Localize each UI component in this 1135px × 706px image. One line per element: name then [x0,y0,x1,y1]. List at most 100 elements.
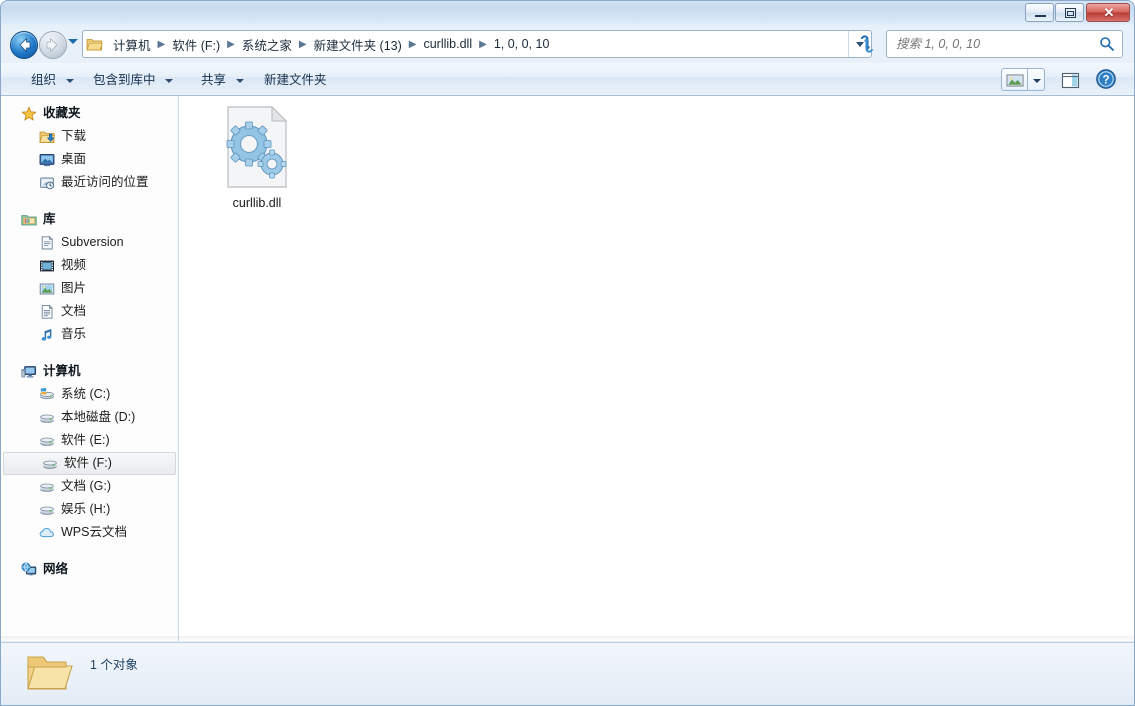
drive-icon [39,502,55,518]
sidebar-label: 网络 [43,562,69,576]
sidebar-item-drive-e[interactable]: 软件 (E:) [1,429,178,452]
breadcrumb-item-1[interactable]: 软件 (F:) [168,32,224,57]
sidebar-label: 视频 [61,258,87,272]
share-menu-button[interactable]: 共享 [193,68,252,93]
cloud-icon [39,525,55,541]
file-list-view[interactable]: curllib.dll [179,96,1134,641]
open-folder-icon [25,651,73,695]
sidebar-label: 计算机 [43,364,81,378]
breadcrumb-separator: ▶ [157,38,166,50]
include-in-library-label: 包含到库中 [93,73,156,87]
forward-button[interactable] [39,31,67,59]
sidebar-item-subversion[interactable]: Subversion [1,231,178,254]
sidebar-label: 桌面 [61,152,87,166]
back-button[interactable] [10,31,38,59]
restore-button[interactable] [1055,3,1084,22]
drive-icon [39,433,55,449]
include-in-library-menu-button[interactable]: 包含到库中 [85,68,181,93]
breadcrumb-separator: ▶ [298,38,307,50]
sidebar-item-videos[interactable]: 视频 [1,254,178,277]
sidebar-item-drive-h[interactable]: 娱乐 (H:) [1,498,178,521]
sidebar-item-documents[interactable]: 文档 [1,300,178,323]
sidebar-label: 娱乐 (H:) [61,502,111,516]
sidebar-label: Subversion [61,235,124,249]
nav-section-favorites: 收藏夹 下载 桌面 最近访问的位置 [1,102,178,194]
sidebar-item-drive-d[interactable]: 本地磁盘 (D:) [1,406,178,429]
drive-icon [42,456,58,472]
new-folder-button[interactable]: 新建文件夹 [256,68,335,93]
sidebar-label: 图片 [61,281,87,295]
sidebar-label: 系统 (C:) [61,387,111,401]
sidebar-item-drive-c[interactable]: 系统 (C:) [1,383,178,406]
explorer-window: ✕ 计算机 ▶ 软件 (F:) ▶ 系统之家 ▶ 新建文件夹 (13) ▶ cu… [0,0,1135,706]
sidebar-label: 软件 (F:) [64,456,112,470]
sidebar-item-recent-places[interactable]: 最近访问的位置 [1,171,178,194]
sidebar-item-drive-g[interactable]: 文档 (G:) [1,475,178,498]
chevron-down-icon [235,78,244,83]
subversion-icon [39,235,55,251]
sidebar-label: 最近访问的位置 [61,175,149,189]
breadcrumb-item-5[interactable]: 1, 0, 0, 10 [490,34,554,54]
sidebar-item-wps-cloud[interactable]: WPS云文档 [1,521,178,544]
navigation-pane[interactable]: 收藏夹 下载 桌面 最近访问的位置 库 Subversion 视频 图片 文档 … [1,96,178,641]
breadcrumb-separator: ▶ [227,38,235,50]
recent-pages-dropdown[interactable] [68,39,78,44]
title-bar: ✕ [0,0,1135,26]
breadcrumb-item-4[interactable]: curllib.dll [419,34,476,54]
breadcrumb-item-2[interactable]: 系统之家 [238,32,296,57]
share-label: 共享 [201,73,227,87]
sidebar-item-music[interactable]: 音乐 [1,323,178,346]
minimize-button[interactable] [1025,3,1054,22]
search-box[interactable] [886,30,1123,58]
help-icon: ? [1096,69,1116,89]
drive-icon [39,410,55,426]
sidebar-label: 文档 [61,304,87,318]
sidebar-item-pictures[interactable]: 图片 [1,277,178,300]
search-input[interactable] [894,36,1093,52]
sidebar-item-computer[interactable]: 计算机 [1,360,178,383]
sidebar-label: 本地磁盘 (D:) [61,410,136,424]
change-view-dropdown-button[interactable] [1027,68,1045,91]
views-icon [1006,74,1024,87]
help-button[interactable]: ? [1095,68,1117,90]
chevron-down-icon [165,78,173,83]
sidebar-label: WPS云文档 [61,525,127,539]
network-icon [21,562,37,578]
restore-icon-inner [1067,11,1074,16]
sidebar-label: 软件 (E:) [61,433,110,447]
library-icon [21,212,37,228]
refresh-button[interactable] [854,30,880,58]
status-bar: 1 个对象 [1,642,1134,705]
preview-pane-button[interactable] [1058,68,1083,93]
command-toolbar: 组织 包含到库中 共享 新建文件夹 ? [1,63,1134,96]
change-view-button[interactable] [1001,68,1027,91]
file-name-label: curllib.dll [232,196,282,210]
sidebar-item-desktop[interactable]: 桌面 [1,148,178,171]
system-drive-icon [39,387,55,403]
chevron-down-icon [65,78,74,83]
desktop-icon [39,152,55,168]
refresh-icon [861,35,873,53]
sidebar-item-downloads[interactable]: 下载 [1,125,178,148]
sidebar-label: 收藏夹 [43,106,81,120]
svg-text:?: ? [1102,75,1109,87]
breadcrumb-separator: ▶ [408,38,417,50]
sidebar-label: 音乐 [61,327,87,341]
sidebar-item-network[interactable]: 网络 [1,558,178,581]
search-icon [1100,37,1114,51]
address-bar: 计算机 ▶ 软件 (F:) ▶ 系统之家 ▶ 新建文件夹 (13) ▶ curl… [0,28,1135,62]
status-text: 1 个对象 [90,658,138,672]
sidebar-item-drive-f[interactable]: 软件 (F:) [3,452,176,475]
sidebar-item-favorites[interactable]: 收藏夹 [1,102,178,125]
nav-section-library: 库 Subversion 视频 图片 文档 音乐 [1,208,178,346]
breadcrumb-item-0[interactable]: 计算机 [109,32,155,57]
sidebar-item-library[interactable]: 库 [1,208,178,231]
breadcrumb-bar[interactable]: 计算机 ▶ 软件 (F:) ▶ 系统之家 ▶ 新建文件夹 (13) ▶ curl… [82,30,872,58]
list-item[interactable]: curllib.dll [205,105,309,218]
music-icon [39,327,55,343]
breadcrumb-item-3[interactable]: 新建文件夹 (13) [310,32,406,57]
dll-file-icon [222,105,292,188]
organize-menu-button[interactable]: 组织 [23,68,82,93]
sidebar-label: 库 [43,212,56,226]
close-button[interactable]: ✕ [1086,3,1130,22]
